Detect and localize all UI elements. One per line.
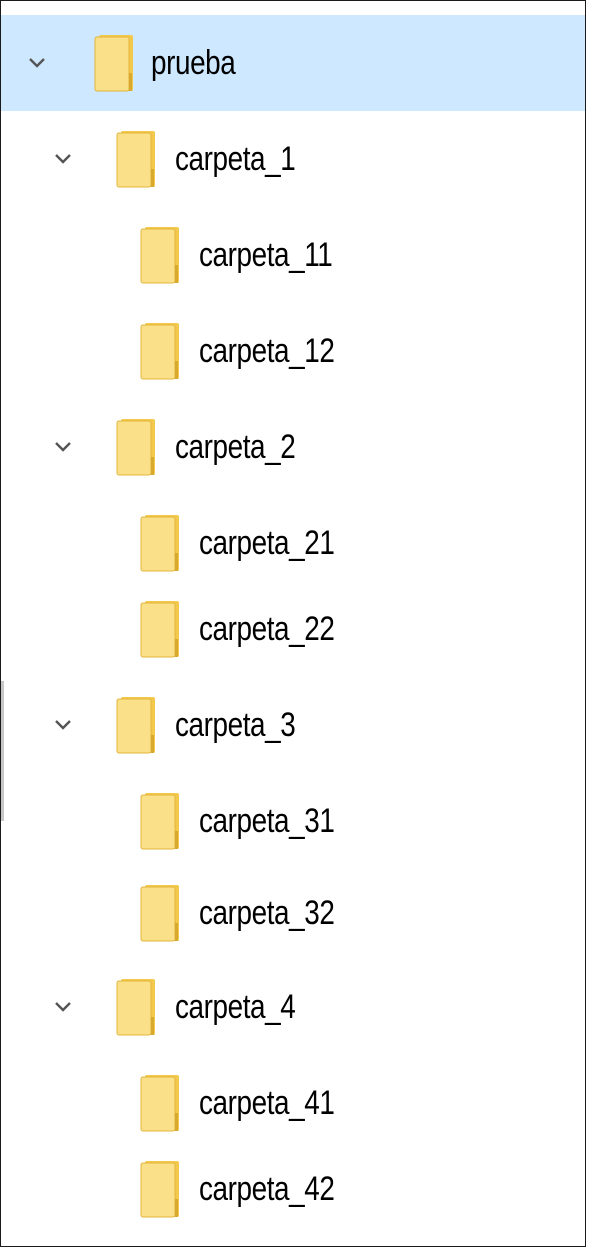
folder-icon	[115, 129, 157, 189]
tree-item-carpeta-22[interactable]: carpeta_22	[1, 581, 585, 677]
folder-icon	[139, 513, 181, 573]
tree-item-root[interactable]: prueba	[1, 15, 585, 111]
folder-icon	[139, 1159, 181, 1219]
folder-icon	[139, 599, 181, 659]
tree-item-carpeta-12[interactable]: carpeta_12	[1, 303, 585, 399]
tree-item-label: prueba	[151, 44, 236, 82]
tree-item-carpeta-31[interactable]: carpeta_31	[1, 773, 585, 869]
folder-icon	[93, 33, 135, 93]
tree-item-label: carpeta_12	[199, 332, 335, 370]
tree-item-label: carpeta_32	[199, 894, 335, 932]
chevron-down-icon[interactable]	[53, 439, 73, 455]
chevron-down-icon[interactable]	[53, 999, 73, 1015]
folder-icon	[115, 977, 157, 1037]
tree-item-label: carpeta_4	[175, 988, 296, 1026]
folder-icon	[139, 883, 181, 943]
tree-item-label: carpeta_21	[199, 524, 335, 562]
tree-item-carpeta-11[interactable]: carpeta_11	[1, 207, 585, 303]
tree-item-carpeta-32[interactable]: carpeta_32	[1, 865, 585, 961]
tree-item-label: carpeta_2	[175, 428, 296, 466]
folder-icon	[115, 417, 157, 477]
tree-item-label: carpeta_11	[199, 236, 333, 274]
tree-item-carpeta-2[interactable]: carpeta_2	[1, 399, 585, 495]
chevron-down-icon[interactable]	[53, 717, 73, 733]
tree-item-carpeta-21[interactable]: carpeta_21	[1, 495, 585, 591]
tree-item-label: carpeta_31	[199, 802, 335, 840]
chevron-down-icon[interactable]	[27, 55, 47, 71]
tree-item-label: carpeta_3	[175, 706, 296, 744]
folder-icon	[139, 225, 181, 285]
folder-icon	[115, 695, 157, 755]
tree-item-label: carpeta_1	[175, 140, 296, 178]
chevron-down-icon[interactable]	[53, 151, 73, 167]
folder-icon	[139, 321, 181, 381]
folder-icon	[139, 1073, 181, 1133]
tree-item-carpeta-3[interactable]: carpeta_3	[1, 677, 585, 773]
tree-item-carpeta-42[interactable]: carpeta_42	[1, 1141, 585, 1237]
tree-item-label: carpeta_22	[199, 610, 335, 648]
tree-item-carpeta-1[interactable]: carpeta_1	[1, 111, 585, 207]
tree-item-label: carpeta_41	[199, 1084, 335, 1122]
folder-icon	[139, 791, 181, 851]
tree-item-carpeta-41[interactable]: carpeta_41	[1, 1055, 585, 1151]
tree-item-label: carpeta_42	[199, 1170, 335, 1208]
tree-item-carpeta-4[interactable]: carpeta_4	[1, 959, 585, 1055]
folder-tree-panel: prueba carpeta_1 carpeta_11 carpeta_12 c…	[0, 0, 586, 1247]
